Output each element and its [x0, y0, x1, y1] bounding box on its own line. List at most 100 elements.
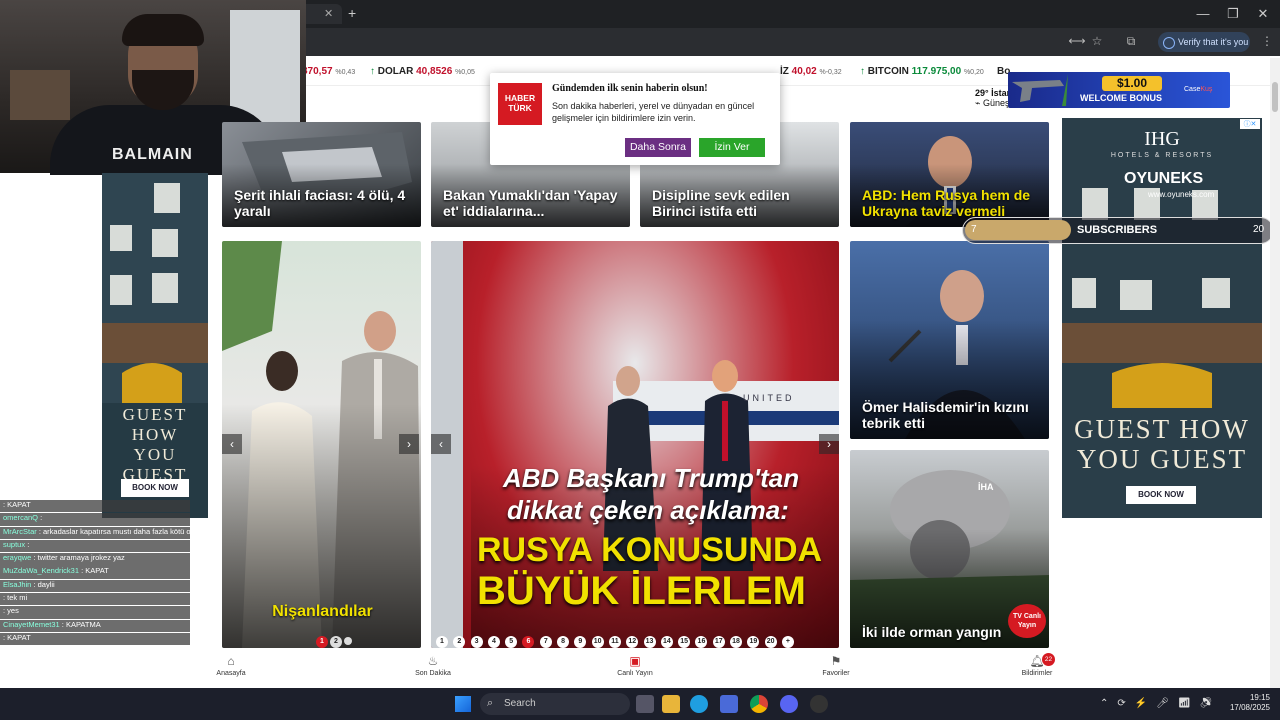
slide-headline-2: dikkat çeken açıklama: — [507, 495, 789, 525]
nav-breaking[interactable]: ♨ Son Dakika — [398, 654, 468, 677]
notification-permission-popup: HABER TÜRK Gündemden ilk senin haberin ol… — [490, 73, 780, 165]
casino-banner-ad[interactable]: $1.00 WELCOME BONUS CaseKuş — [1008, 72, 1230, 108]
pager-dot[interactable]: 17 — [712, 636, 725, 648]
tab-close-icon[interactable]: ✕ — [324, 7, 333, 20]
system-tray-icons[interactable]: ⌃⟳⚡🎤︎📶︎🔊︎ — [1100, 698, 1221, 709]
left-slider[interactable]: Nişanlandılar ‹ › — [222, 241, 421, 648]
edge-icon[interactable] — [690, 695, 708, 713]
pager-dot[interactable]: 13 — [643, 636, 656, 648]
subscriber-label: SUBSCRIBERS — [1077, 224, 1158, 236]
new-tab-button[interactable]: + — [348, 5, 356, 21]
nav-favorites[interactable]: ⚑ Favoriler — [801, 654, 871, 677]
chat-text: yes — [7, 606, 19, 616]
chat-text: KAPAT — [85, 566, 109, 576]
pager-dot[interactable]: 9 — [574, 636, 587, 648]
pager-dot[interactable]: 3 — [470, 636, 483, 648]
pager-dot[interactable]: 5 — [505, 636, 518, 648]
allow-button[interactable]: İzin Ver — [699, 138, 765, 157]
home-icon: ⌂ — [227, 654, 235, 668]
left-slider-pager: 123 — [316, 630, 354, 648]
casino-brand: CaseKuş — [1184, 86, 1213, 93]
window-minimize-button[interactable]: — — [1188, 4, 1218, 24]
chat-text: KAPATMA — [65, 619, 101, 629]
chat-username: CinayetMemet31 — [3, 619, 60, 629]
pager-dot[interactable]: 6 — [522, 636, 535, 648]
store-icon[interactable] — [720, 695, 738, 713]
slide-headline-4: BÜYÜK İLERLEM — [477, 569, 806, 613]
news-card[interactable]: Ömer Halisdemir'in kızını tebrik etti — [850, 241, 1049, 439]
windows-start-icon[interactable] — [455, 696, 471, 712]
left-side-ad[interactable]: GUEST HOW YOU GUEST BOOK NOW — [102, 173, 208, 518]
pager-dot[interactable]: 11 — [608, 636, 621, 648]
taskbar-clock[interactable]: 19:15 17/08/2025 — [1220, 693, 1270, 713]
bookmark-star-icon[interactable]: ☆ — [1088, 34, 1106, 50]
browser-tab[interactable]: ✕ — [300, 4, 342, 24]
pager-dot[interactable]: 15 — [678, 636, 691, 648]
pager-dot[interactable]: + — [781, 636, 794, 648]
pager-dot[interactable]: 1 — [436, 636, 448, 648]
file-explorer-icon[interactable] — [662, 695, 680, 713]
weather-icon: ⌁ — [975, 98, 981, 108]
right-side-ad[interactable]: IHG HOTELS & RESORTS OYUNEKS www.oyuneks… — [1062, 118, 1262, 518]
pager-dot[interactable]: 4 — [487, 636, 500, 648]
pager-dot[interactable]: 10 — [591, 636, 604, 648]
pager-dot[interactable]: 2 — [453, 636, 466, 648]
flame-icon: ♨ — [427, 654, 439, 668]
ticker-value: 870,57 — [302, 66, 333, 77]
discord-icon[interactable] — [780, 695, 798, 713]
menu-kebab-icon[interactable]: ⋮ — [1258, 34, 1276, 50]
chat-username: erayqwe — [3, 553, 32, 563]
news-card[interactable]: Şerit ihlali faciası: 4 ölü, 4 yaralı — [222, 122, 421, 227]
pager-dot[interactable]: 1 — [316, 636, 328, 648]
task-view-icon[interactable] — [636, 695, 654, 713]
window-close-button[interactable]: ✕ — [1248, 4, 1278, 24]
book-now-button[interactable]: BOOK NOW — [1126, 486, 1196, 504]
chat-text: tek mi — [7, 592, 28, 602]
pager-dot[interactable]: 2 — [330, 636, 342, 648]
book-now-button[interactable]: BOOK NOW — [121, 479, 189, 497]
pager-dot[interactable]: 14 — [660, 636, 673, 648]
chat-text: KAPAT — [7, 632, 31, 642]
translate-icon[interactable]: ⟷ — [1068, 34, 1086, 50]
next-arrow-icon[interactable]: › — [399, 434, 419, 454]
app-icon[interactable] — [810, 695, 828, 713]
pager-dot[interactable]: 7 — [539, 636, 552, 648]
prev-arrow-icon[interactable]: ‹ — [222, 434, 242, 454]
pager-dot[interactable]: 8 — [557, 636, 570, 648]
chat-username: omercanQ — [3, 513, 39, 523]
extensions-icon[interactable]: ⧉ — [1122, 34, 1140, 50]
chat-username: MuZdaWa_Kendrick31 — [3, 566, 80, 576]
chrome-icon[interactable] — [750, 695, 768, 713]
window-maximize-button[interactable]: ❐ — [1218, 4, 1248, 24]
pager-dot[interactable]: 18 — [730, 636, 743, 648]
page-scrollbar[interactable] — [1270, 58, 1280, 688]
pager-dot[interactable]: 16 — [695, 636, 708, 648]
news-title: İki ilde orman yangın — [862, 624, 1002, 640]
taskbar-search[interactable]: Search — [480, 693, 630, 715]
scrollbar-thumb[interactable] — [1272, 82, 1278, 112]
chat-text: arkadaslar kapatırsa mustı daha fazla kö… — [43, 526, 190, 536]
pager-dot[interactable]: 19 — [747, 636, 760, 648]
chat-message: : yes — [0, 606, 190, 619]
ad-choices-icon[interactable]: ⓘ✕ — [1240, 119, 1260, 129]
next-arrow-icon[interactable]: › — [819, 434, 839, 454]
up-arrow-icon: ↑ — [370, 66, 375, 77]
news-card[interactable]: İHA İki ilde orman yangın TV Canlı Yayın — [850, 450, 1049, 648]
later-button[interactable]: Daha Sonra — [625, 138, 691, 157]
nav-notifications[interactable]: 🔔︎ Bildirimler 22 — [1002, 653, 1072, 677]
main-slider[interactable]: UNITED ABD Başkanı Trump'tan dikkat çeke… — [431, 241, 839, 648]
main-slider-pager: 1 2 3 4 5 6 7 8 9 10 11 12 13 14 15 16 17 18 19 20 + — [436, 630, 799, 648]
tv-live-badge[interactable]: TV Canlı Yayın — [1008, 604, 1046, 638]
up-arrow-icon: ↑ — [860, 66, 865, 77]
news-title: Şerit ihlali faciası: 4 ölü, 4 yaralı — [234, 187, 406, 219]
ticker-name: DOLAR — [377, 66, 414, 77]
verify-identity-chip[interactable]: Verify that it's you — [1158, 32, 1250, 52]
news-card[interactable]: ABD: Hem Rusya hem de Ukrayna taviz verm… — [850, 122, 1049, 227]
pager-dot[interactable]: 12 — [626, 636, 639, 648]
ad-headline: GUEST HOW YOU GUEST — [122, 405, 188, 484]
pager-dot[interactable]: 20 — [764, 636, 777, 648]
nav-live[interactable]: ▣ Canlı Yayın — [600, 654, 670, 677]
prev-arrow-icon[interactable]: ‹ — [431, 434, 451, 454]
nav-home[interactable]: ⌂ Anasayfa — [196, 654, 266, 677]
pager-dot[interactable]: 3 — [344, 637, 352, 645]
